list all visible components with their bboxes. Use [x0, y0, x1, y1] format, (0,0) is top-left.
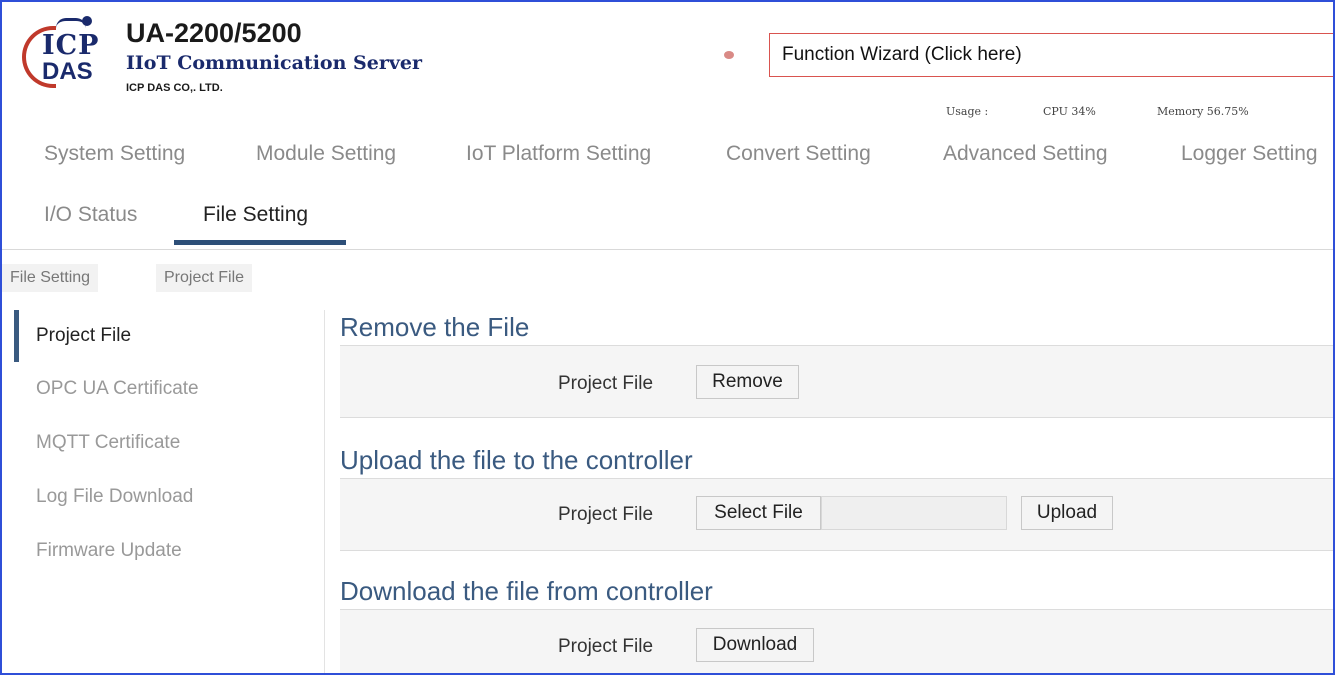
wizard-pointer-icon: [724, 51, 734, 59]
sidebar-item-opc-ua-certificate[interactable]: OPC UA Certificate: [36, 377, 199, 401]
app-window: ICP DAS UA-2200/5200 IIoT Communication …: [0, 0, 1335, 675]
header: ICP DAS UA-2200/5200 IIoT Communication …: [2, 2, 1333, 120]
breadcrumb-project-file: Project File: [154, 264, 253, 292]
cpu-usage: CPU 34%: [1043, 105, 1096, 118]
section-title-download: Download the file from controller: [340, 576, 713, 606]
section-title-remove: Remove the File: [340, 312, 530, 342]
product-name: UA-2200/5200: [126, 18, 302, 48]
sidebar-item-log-file-download[interactable]: Log File Download: [36, 485, 193, 509]
upload-button[interactable]: Upload: [1021, 496, 1113, 530]
icpdas-logo: ICP DAS: [20, 16, 118, 98]
nav-module-setting[interactable]: Module Setting: [256, 141, 396, 167]
sidebar-item-firmware-update[interactable]: Firmware Update: [36, 539, 182, 563]
nav-iot-platform-setting[interactable]: IoT Platform Setting: [466, 141, 651, 167]
company-name: ICP DAS CO,. LTD.: [126, 82, 223, 94]
active-tab-indicator: [174, 240, 346, 245]
logo-das-text: DAS: [42, 58, 93, 85]
nav-convert-setting[interactable]: Convert Setting: [726, 141, 871, 167]
product-subtitle: IIoT Communication Server: [126, 52, 422, 74]
upload-project-file-label: Project File: [558, 504, 654, 525]
remove-button[interactable]: Remove: [696, 365, 799, 399]
nav-io-status[interactable]: I/O Status: [44, 202, 137, 228]
sidebar-active-indicator: [14, 310, 19, 362]
selected-file-display: [821, 496, 1007, 530]
remove-project-file-label: Project File: [558, 373, 654, 394]
nav-system-setting[interactable]: System Setting: [44, 141, 185, 167]
breadcrumb-file-setting[interactable]: File Setting: [2, 264, 99, 292]
sidebar-divider: [324, 310, 325, 673]
logo-icp-text: ICP: [42, 30, 100, 61]
usage-label: Usage :: [946, 105, 989, 118]
section-title-upload: Upload the file to the controller: [340, 445, 693, 475]
logo-dot: [82, 16, 92, 26]
main-nav: System Setting Module Setting IoT Platfo…: [2, 120, 1333, 250]
remove-file-row: [340, 345, 1333, 418]
sidebar-item-project-file[interactable]: Project File: [36, 324, 131, 348]
download-button[interactable]: Download: [696, 628, 814, 662]
nav-logger-setting[interactable]: Logger Setting: [1181, 141, 1318, 167]
download-file-row: [340, 609, 1333, 673]
select-file-button[interactable]: Select File: [696, 496, 821, 530]
nav-advanced-setting[interactable]: Advanced Setting: [943, 141, 1108, 167]
download-project-file-label: Project File: [558, 636, 654, 657]
function-wizard-button[interactable]: Function Wizard (Click here): [769, 33, 1333, 77]
memory-usage: Memory 56.75%: [1157, 105, 1249, 118]
sidebar-item-mqtt-certificate[interactable]: MQTT Certificate: [36, 431, 180, 455]
nav-file-setting[interactable]: File Setting: [203, 202, 308, 228]
